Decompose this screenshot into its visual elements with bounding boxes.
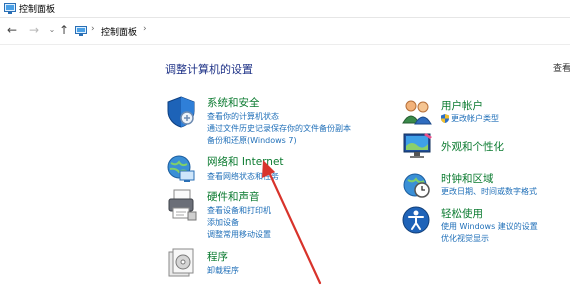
link-mobility-settings[interactable]: 调整常用移动设置 bbox=[207, 229, 271, 240]
category-programs[interactable]: 程序 bbox=[207, 249, 228, 264]
category-user-accounts[interactable]: 用户帐户 bbox=[441, 98, 483, 113]
view-by-label[interactable]: 查看方式 bbox=[553, 61, 570, 74]
category-clock-region[interactable]: 时钟和区域 bbox=[441, 171, 494, 186]
link-recommended-settings[interactable]: 使用 Windows 建议的设置 bbox=[441, 221, 538, 232]
ease-of-access-icon[interactable] bbox=[402, 206, 430, 234]
link-network-status[interactable]: 查看网络状态和任务 bbox=[207, 171, 279, 182]
category-hardware-sound[interactable]: 硬件和声音 bbox=[207, 189, 260, 204]
breadcrumb-separator[interactable]: › bbox=[91, 24, 95, 34]
link-devices-printers[interactable]: 查看设备和打印机 bbox=[207, 205, 271, 216]
control-panel-icon bbox=[4, 3, 16, 14]
network-globe-icon[interactable] bbox=[166, 154, 196, 184]
programs-icon[interactable] bbox=[167, 248, 195, 278]
printer-icon[interactable] bbox=[166, 188, 198, 222]
category-ease-of-access[interactable]: 轻松使用 bbox=[441, 206, 483, 221]
link-optimize-visual-display[interactable]: 优化视觉显示 bbox=[441, 233, 489, 244]
link-backup-restore[interactable]: 备份和还原(Windows 7) bbox=[207, 135, 297, 146]
appearance-monitor-icon[interactable] bbox=[402, 131, 434, 161]
page-heading: 调整计算机的设置 bbox=[165, 63, 253, 76]
link-add-device[interactable]: 添加设备 bbox=[207, 217, 239, 228]
category-system-security[interactable]: 系统和安全 bbox=[207, 95, 260, 110]
up-button[interactable]: ↑ bbox=[57, 23, 71, 37]
address-bar: ← → ⌄ ↑ › 控制面板 › bbox=[0, 18, 570, 45]
link-view-computer-status[interactable]: 查看你的计算机状态 bbox=[207, 111, 279, 122]
link-file-history-backup[interactable]: 通过文件历史记录保存你的文件备份副本 bbox=[207, 123, 351, 134]
link-label: 更改帐户类型 bbox=[451, 114, 499, 123]
breadcrumb-separator[interactable]: › bbox=[143, 24, 147, 34]
forward-button[interactable]: → bbox=[27, 23, 41, 37]
control-panel-icon bbox=[75, 26, 87, 36]
uac-shield-icon bbox=[441, 114, 449, 123]
link-date-time-format[interactable]: 更改日期、时间或数字格式 bbox=[441, 186, 537, 197]
title-bar: 控制面板 bbox=[0, 0, 570, 18]
user-accounts-icon[interactable] bbox=[402, 99, 432, 125]
breadcrumb-control-panel[interactable]: 控制面板 bbox=[101, 25, 137, 38]
link-uninstall-program[interactable]: 卸载程序 bbox=[207, 265, 239, 276]
system-security-shield-icon[interactable] bbox=[166, 96, 196, 128]
link-change-account-type[interactable]: 更改帐户类型 bbox=[441, 113, 499, 124]
category-appearance-personalization[interactable]: 外观和个性化 bbox=[441, 139, 504, 154]
back-button[interactable]: ← bbox=[5, 23, 19, 37]
window-title: 控制面板 bbox=[19, 5, 56, 15]
category-network-internet[interactable]: 网络和 Internet bbox=[207, 154, 284, 169]
clock-region-icon[interactable] bbox=[402, 170, 432, 200]
